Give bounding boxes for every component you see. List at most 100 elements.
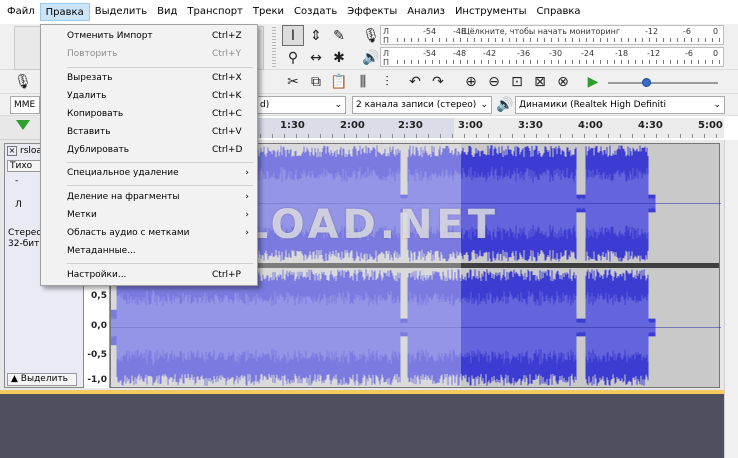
menu-item-label: Специальное удаление <box>67 168 179 178</box>
zoom-toggle-icon[interactable]: ⊗ <box>552 71 574 92</box>
menu-item-redo[interactable]: Повторить Ctrl+Y <box>41 45 257 63</box>
playback-speed-thumb[interactable] <box>642 78 651 87</box>
menu-item-shortcut: Ctrl+C <box>212 109 242 119</box>
undo-icon[interactable]: ↶ <box>404 71 426 92</box>
meter-tick: -24 <box>581 49 595 58</box>
time-shift-tool-icon[interactable]: ↔ <box>305 47 327 68</box>
close-track-button[interactable]: × <box>7 146 17 156</box>
chevron-down-icon: ⌄ <box>334 100 342 110</box>
meter-tick: -54 <box>423 27 437 36</box>
edit-menu-dropdown: Отменить Импорт Ctrl+Z Повторить Ctrl+Y Вы… <box>40 24 258 286</box>
envelope-tool-icon[interactable]: ⇕ <box>305 25 327 46</box>
menu-item-label: Отменить Импорт <box>67 31 153 41</box>
menu-item-paste[interactable]: Вставить Ctrl+V <box>41 123 257 141</box>
menu-item-undo[interactable]: Отменить Импорт Ctrl+Z <box>41 27 257 45</box>
copy-icon[interactable]: ⧉ <box>305 71 327 92</box>
menu-effects[interactable]: Эффекты <box>342 3 402 21</box>
zoom-out-icon[interactable]: ⊖ <box>483 71 505 92</box>
meter-tick: -48 <box>453 49 467 58</box>
playback-speed-slider[interactable] <box>608 82 718 84</box>
menu-item-labeled-audio[interactable]: Область аудио с метками › <box>41 224 257 242</box>
trim-audio-icon[interactable]: ⫼ <box>352 71 374 92</box>
meter-tick: -18 <box>615 49 629 58</box>
play-at-speed-icon[interactable]: ▶ <box>582 71 604 92</box>
fit-selection-icon[interactable]: ⊡ <box>506 71 528 92</box>
channels-select[interactable]: 2 канала записи (стерео) ⌄ <box>352 96 492 114</box>
empty-track-area <box>0 390 724 458</box>
redo-icon[interactable]: ↷ <box>427 71 449 92</box>
chevron-right-icon: › <box>245 210 249 220</box>
gain-slider-label: - <box>15 176 19 186</box>
multi-tool-icon[interactable]: ✱ <box>328 47 350 68</box>
fit-project-icon[interactable]: ⊠ <box>529 71 551 92</box>
speaker-icon[interactable]: 🔊 <box>360 47 382 68</box>
play-head-icon[interactable] <box>16 120 30 130</box>
chevron-down-icon: ⌄ <box>480 100 488 110</box>
track-bottom-border <box>0 390 724 394</box>
menu-separator <box>67 162 253 163</box>
menu-item-cut[interactable]: Вырезать Ctrl+X <box>41 69 257 87</box>
chevron-right-icon: › <box>245 192 249 202</box>
menu-item-label: Деление на фрагменты <box>67 192 180 202</box>
recording-device-value: d) <box>260 100 270 110</box>
menu-separator <box>67 67 253 68</box>
menu-item-preferences[interactable]: Настройки... Ctrl+P <box>41 266 257 284</box>
menu-edit[interactable]: Правка <box>39 3 90 21</box>
menu-item-clip-boundaries[interactable]: Деление на фрагменты › <box>41 188 257 206</box>
track-format-info: 32-бит <box>8 239 40 249</box>
cut-icon[interactable]: ✂ <box>282 71 304 92</box>
playback-device-select[interactable]: Динамики (Realtek High Definiti ⌄ <box>515 96 725 114</box>
menu-item-remove-special[interactable]: Специальное удаление › <box>41 164 257 182</box>
menu-item-label: Метки <box>67 210 97 220</box>
timeline-label: 3:30 <box>518 120 543 131</box>
zoom-tool-icon[interactable]: ⚲ <box>282 47 304 68</box>
draw-tool-icon[interactable]: ✎ <box>328 25 350 46</box>
menu-item-copy[interactable]: Копировать Ctrl+C <box>41 105 257 123</box>
select-track-button[interactable]: ▲ Выделить <box>7 373 77 386</box>
playback-device-value: Динамики (Realtek High Definiti <box>519 100 667 110</box>
menu-item-shortcut: Ctrl+V <box>212 127 242 137</box>
menu-item-shortcut: Ctrl+Y <box>212 49 242 59</box>
meter-tick: 0 <box>713 27 719 36</box>
menu-item-shortcut: Ctrl+Z <box>212 31 242 41</box>
recording-device-select[interactable]: d) ⌄ <box>256 96 346 114</box>
menu-analyze[interactable]: Анализ <box>402 3 450 21</box>
menu-tools[interactable]: Инструменты <box>450 3 532 21</box>
zoom-in-icon[interactable]: ⊕ <box>460 71 482 92</box>
menu-item-label: Область аудио с метками <box>67 228 190 238</box>
ruler-label: 0,0 <box>91 321 107 331</box>
menu-item-label: Повторить <box>67 49 118 59</box>
paste-icon[interactable]: 📋 <box>328 71 350 92</box>
menu-item-delete[interactable]: Удалить Ctrl+K <box>41 87 257 105</box>
audio-host-select[interactable]: MME <box>10 96 40 114</box>
meter-tick: 0 <box>713 49 719 58</box>
chevron-right-icon: › <box>245 168 249 178</box>
vertical-scrollbar[interactable] <box>724 140 738 458</box>
menu-item-labels[interactable]: Метки › <box>41 206 257 224</box>
menu-help[interactable]: Справка <box>532 3 586 21</box>
ruler-label: -0,5 <box>87 350 107 360</box>
menu-item-label: Удалить <box>67 91 107 101</box>
playback-meter[interactable]: Л П -54 -48 -42 -36 -30 -24 -18 -12 -6 0 <box>380 47 724 67</box>
menu-transport[interactable]: Транспорт <box>182 3 247 21</box>
toolbar-grip[interactable] <box>272 27 276 69</box>
silence-audio-icon[interactable]: ⫶ <box>376 71 398 92</box>
track-name[interactable]: rsloa <box>20 146 42 156</box>
menu-generate[interactable]: Создать <box>289 3 342 21</box>
menu-item-duplicate[interactable]: Дублировать Ctrl+D <box>41 141 257 159</box>
meter-tick: -36 <box>517 49 531 58</box>
recording-meter[interactable]: Л П -54 -48 -12 -6 0 Щёлкните, чтобы нач… <box>380 25 724 45</box>
menu-view[interactable]: Вид <box>152 3 182 21</box>
microphone-icon[interactable]: 🎙 <box>360 25 382 46</box>
menu-item-metadata[interactable]: Метаданные... <box>41 242 257 260</box>
menu-select[interactable]: Выделить <box>90 3 152 21</box>
track-info: Стерео 32-бит <box>8 228 42 250</box>
recording-volume-icon[interactable]: 🎙 <box>12 71 34 92</box>
menu-item-label: Настройки... <box>67 270 127 280</box>
track-channels-info: Стерео <box>8 228 42 238</box>
menu-tracks[interactable]: Треки <box>248 3 289 21</box>
menu-item-shortcut: Ctrl+X <box>212 73 242 83</box>
selection-tool-icon[interactable]: I <box>282 25 304 46</box>
menu-file[interactable]: Файл <box>2 3 40 21</box>
meter-channel-labels: Л П <box>383 49 390 67</box>
